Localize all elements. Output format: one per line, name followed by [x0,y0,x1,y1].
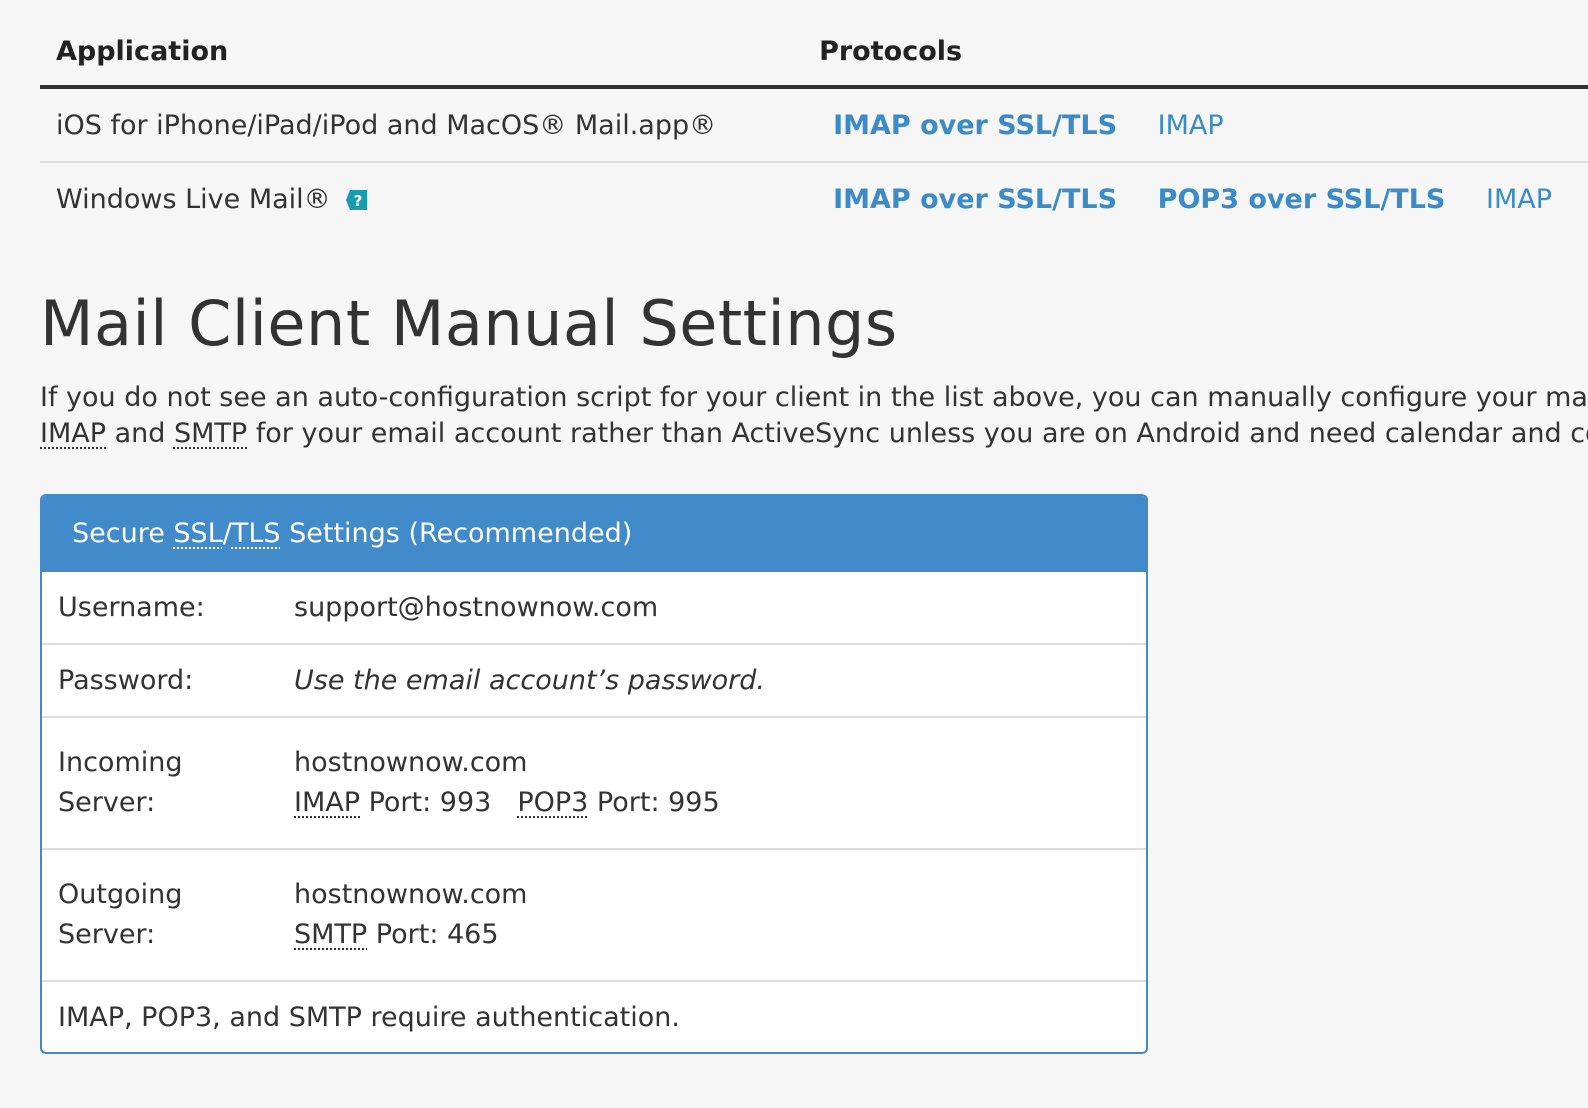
panel-heading-slash: / [222,518,232,549]
ssl-settings-panel: Secure SSL/TLS Settings (Recommended) Us… [40,494,1148,1054]
intro-line-1: If you do not see an auto-configuration … [40,382,1588,413]
username-label: Username: [58,591,205,623]
intro-line-2: IMAP and SMTP for your email account rat… [40,416,1588,452]
outgoing-label-line-2: Server: [58,919,156,950]
application-cell: Windows Live Mail® ? [40,162,807,235]
auth-note-row: IMAP, POP3, and SMTP require authenticat… [42,980,1146,1052]
protocol-links: IMAP over SSL/TLS IMAP [807,87,1588,163]
imap-port-abbr: IMAP [294,787,361,818]
incoming-server-value: hostnownow.com IMAP Port: 993 POP3 Port: … [278,716,1146,849]
application-column-header: Application [40,28,808,89]
outgoing-server-row: Outgoing Server: hostnownow.com SMTP Por… [42,848,1146,981]
imap-abbr: IMAP [40,418,107,449]
incoming-server-label: Incoming Server: [42,716,278,849]
help-icon[interactable]: ? [345,188,369,212]
password-label: Password: [42,643,278,717]
table-row: Windows Live Mail® ? IMAP over SSL/TLS P… [40,162,1588,235]
page: Application Protocols iOS for iPhone/iPa… [40,0,1588,1054]
intro-paragraph: If you do not see an auto-configuration … [40,380,1588,452]
outgoing-host: hostnownow.com [294,879,528,910]
pop3-port-value: Port: 995 [588,787,720,818]
page-title: Mail Client Manual Settings [40,287,898,360]
protocols-column-header: Protocols [807,28,1588,89]
intro-and: and [106,418,174,449]
username-row: Username: support@hostnownow.com [42,572,1146,644]
smtp-abbr: SMTP [173,418,248,449]
svg-text:?: ? [354,192,363,210]
wlm-imap-ssl-link[interactable]: IMAP over SSL/TLS [833,184,1117,215]
password-row: Password: Use the email account’s passwo… [42,643,1146,717]
ssl-abbr: SSL [173,518,223,549]
table-row: iOS for iPhone/iPad/iPod and MacOS® Mail… [40,87,1588,163]
smtp-port-abbr: SMTP [294,919,368,950]
applications-table: Application Protocols iOS for iPhone/iPa… [40,28,1588,235]
password-value: Use the email account’s password. [278,643,1146,717]
incoming-ports: IMAP Port: 993 POP3 Port: 995 [294,783,1130,823]
incoming-host: hostnownow.com [294,747,528,778]
panel-heading-suffix: Settings (Recommended) [280,518,633,549]
application-name: Windows Live Mail® [56,183,331,215]
ios-imap-ssl-link[interactable]: IMAP over SSL/TLS [833,110,1117,141]
smtp-port-value: Port: 465 [367,919,499,950]
intro-line-2-text: for your email account rather than Activ… [247,418,1588,449]
incoming-server-row: Incoming Server: hostnownow.com IMAP Por… [42,716,1146,849]
panel-heading-prefix: Secure [72,518,174,549]
settings-table: Username: support@hostnownow.com Passwor… [42,572,1146,1052]
pop3-port-abbr: POP3 [517,787,589,818]
auth-note: IMAP, POP3, and SMTP require authenticat… [42,980,1146,1052]
wlm-pop3-ssl-link[interactable]: POP3 over SSL/TLS [1158,184,1446,215]
tls-abbr: TLS [231,518,281,549]
outgoing-server-label: Outgoing Server: [42,848,278,981]
incoming-label-line-1: Incoming [58,747,183,778]
outgoing-ports: SMTP Port: 465 [294,915,1130,955]
ios-imap-link[interactable]: IMAP [1158,110,1224,141]
imap-port-value: Port: 993 [360,787,492,818]
application-name: iOS for iPhone/iPad/iPod and MacOS® Mail… [40,87,808,163]
outgoing-label-line-1: Outgoing [58,879,183,910]
wlm-imap-link[interactable]: IMAP [1486,184,1552,215]
panel-heading: Secure SSL/TLS Settings (Recommended) [42,496,1146,572]
username-value: support@hostnownow.com [294,592,659,623]
outgoing-server-value: hostnownow.com SMTP Port: 465 [278,848,1146,981]
protocol-links: IMAP over SSL/TLS POP3 over SSL/TLS IMAP [807,162,1588,235]
incoming-label-line-2: Server: [58,787,156,818]
applications-table-header: Application Protocols [40,28,1588,89]
